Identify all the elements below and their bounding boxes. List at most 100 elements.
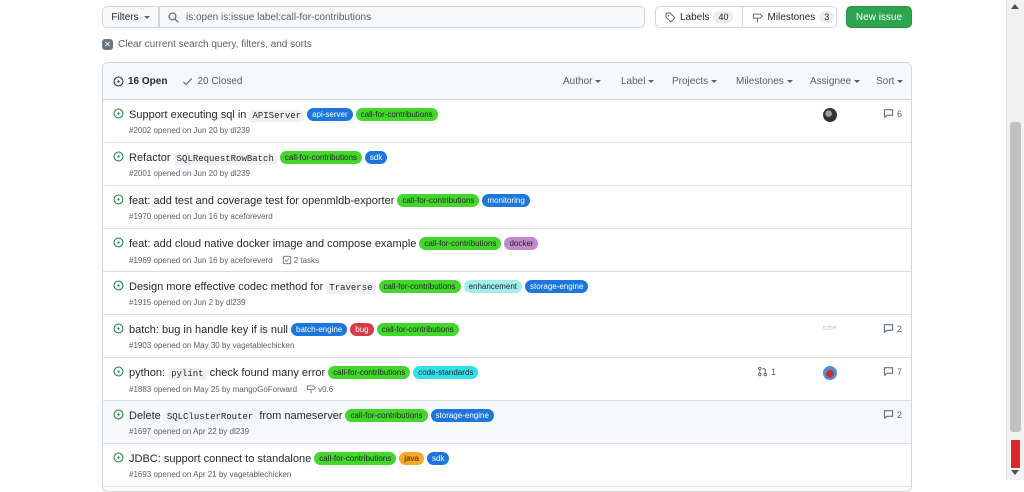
issue-opened-icon [113,108,124,119]
label-storage-engine[interactable]: storage-engine [430,409,494,422]
comment-icon [883,367,894,377]
issue-meta-text: #2001 opened on Jun 20 by dl239 [129,169,250,178]
issue-title-link[interactable]: Delete SQLClusterRouter from nameserver [129,410,342,423]
issue-meta-text: #1915 opened on Jun 2 by dl239 [129,298,246,307]
search-input[interactable] [186,11,626,23]
label-batch-engine[interactable]: batch-engine [291,323,348,336]
issue-row[interactable]: Delete SQLClusterRouter from nameserver c… [103,401,911,444]
label-java[interactable]: java [399,452,424,465]
scroll-down-icon[interactable] [1011,470,1019,475]
issue-meta-text: #1697 opened on Apr 22 by dl239 [129,427,250,436]
label-sdk[interactable]: sdk [364,151,388,164]
label-code-standards[interactable]: code-standards [413,366,479,379]
label-call-for-contributions[interactable]: call-for-contributions [314,452,397,465]
issue-title-link[interactable]: JDBC: support connect to standalone [129,453,311,465]
label-call-for-contributions[interactable]: call-for-contributions [345,409,428,422]
author-filter[interactable]: Author [563,76,602,87]
chevron-down-icon [897,80,904,83]
issue-title-link[interactable]: Design more effective codec method for T… [129,280,376,294]
label-enhancement[interactable]: enhancement [463,280,523,293]
inline-code: SQLRequestRowBatch [173,152,277,165]
label-call-for-contributions[interactable]: call-for-contributions [397,194,480,207]
label-monitoring[interactable]: monitoring [482,194,530,207]
issues-toolbar: Filters Labels 40 Milestones 3 New issue [102,6,912,28]
issue-title-line: Support executing sql in APIServer api-se… [129,108,438,122]
issue-row[interactable]: Support executing sql in APIServer api-se… [103,100,911,143]
sort-filter[interactable]: Sort [876,76,904,87]
comments-link[interactable]: 2 [883,323,902,334]
issue-title-link[interactable]: Support executing sql in APIServer [129,109,305,122]
label-call-for-contributions[interactable]: call-for-contributions [279,151,362,164]
issue-row[interactable]: feat: add cloud native docker image and … [103,229,911,272]
label-api-server[interactable]: api-server [307,108,353,121]
label-storage-engine[interactable]: storage-engine [525,280,589,293]
task-progress: 2 tasks [282,255,319,265]
chevron-down-icon [854,80,861,83]
comments-link[interactable]: 2 [883,409,902,420]
open-issues-tab[interactable]: 16 Open [113,76,167,87]
issue-row[interactable]: feat: add test and coverage test for ope… [103,186,911,229]
issue-meta-text: #1969 opened on Jun 16 by aceforeverd [129,255,273,265]
check-icon [183,77,193,85]
label-call-for-contributions[interactable]: call-for-contributions [376,323,459,336]
projects-filter[interactable]: Projects [672,76,718,87]
assignee-avatar[interactable] [823,108,837,122]
closed-issues-tab[interactable]: 20 Closed [182,76,243,87]
assignee-avatar-alt[interactable]: tobe [823,325,837,332]
label-docker[interactable]: docker [504,237,539,250]
comments-link[interactable]: 7 [883,366,902,377]
issue-title-line: JDBC: support connect to standalone call-… [129,452,450,465]
comment-count: 2 [897,409,903,420]
issue-title-link[interactable]: Refactor SQLRequestRowBatch [129,152,277,165]
filters-button[interactable]: Filters [102,6,159,28]
issue-row[interactable]: Refactor SQLRequestRowBatch call-for-cont… [103,143,911,186]
issue-title-link[interactable]: feat: add cloud native docker image and … [129,238,416,250]
open-count-label: 16 Open [128,75,168,87]
label-sdk[interactable]: sdk [426,452,450,465]
linked-pr[interactable]: 1 [757,366,776,377]
issue-meta: #1903 opened on May 30 by vagetablechick… [129,341,294,350]
scroll-thumb[interactable] [1010,122,1021,432]
issue-opened-icon [113,323,124,334]
title-text: python: [129,366,169,379]
milestones-filter[interactable]: Milestones [736,76,793,87]
issue-row[interactable]: batch: bug in handle key if is null batch… [103,315,911,358]
search-box[interactable] [159,6,645,28]
issue-row[interactable]: python: pylint check found many error cal… [103,358,911,401]
scroll-up-icon[interactable] [1011,4,1019,9]
issue-row[interactable]: Design more effective codec method for T… [103,272,911,315]
assignee-filter-label: Assignee [810,76,852,87]
issue-opened-icon [113,151,124,162]
issue-title-link[interactable]: python: pylint check found many error [129,366,325,380]
label-call-for-contributions[interactable]: call-for-contributions [419,237,502,250]
issue-opened-icon [113,409,124,420]
issue-title-link[interactable]: feat: add test and coverage test for ope… [129,195,394,207]
new-issue-button[interactable]: New issue [846,6,912,28]
assignee-filter[interactable]: Assignee [810,76,861,87]
milestones-button[interactable]: Milestones 3 [742,7,843,27]
task-count: 2 tasks [293,255,320,265]
issue-list: 16 Open 20 Closed Author Label Projects … [102,62,912,492]
comment-icon [883,109,894,119]
issue-meta: #2001 opened on Jun 20 by dl239 [129,169,250,178]
assignee-avatar[interactable] [823,366,837,380]
issue-title-link[interactable]: batch: bug in handle key if is null [129,324,288,336]
label-filter[interactable]: Label [621,76,655,87]
milestone-link[interactable]: v0.6 [306,384,333,394]
issue-row[interactable]: JDBC: support connect to standalone call-… [103,444,911,487]
comments-link[interactable]: 6 [883,108,902,119]
issue-meta: #1697 opened on Apr 22 by dl239 [129,427,249,436]
labels-count: 40 [713,11,734,23]
page-scrollbar[interactable] [1006,0,1024,480]
issue-title-line: batch: bug in handle key if is null batch… [129,323,459,336]
labels-button[interactable]: Labels 40 [656,7,742,27]
label-call-for-contributions[interactable]: call-for-contributions [378,280,461,293]
label-call-for-contributions[interactable]: call-for-contributions [328,366,411,379]
title-text: Design more effective codec method for [129,280,327,293]
label-bug[interactable]: bug [350,323,374,336]
issue-opened-icon [113,452,124,463]
label-call-for-contributions[interactable]: call-for-contributions [355,108,438,121]
labels-label: Labels [680,11,710,23]
issue-title-line: Delete SQLClusterRouter from nameserver c… [129,409,494,423]
clear-filters-link[interactable]: ✕ Clear current search query, filters, a… [102,39,312,50]
